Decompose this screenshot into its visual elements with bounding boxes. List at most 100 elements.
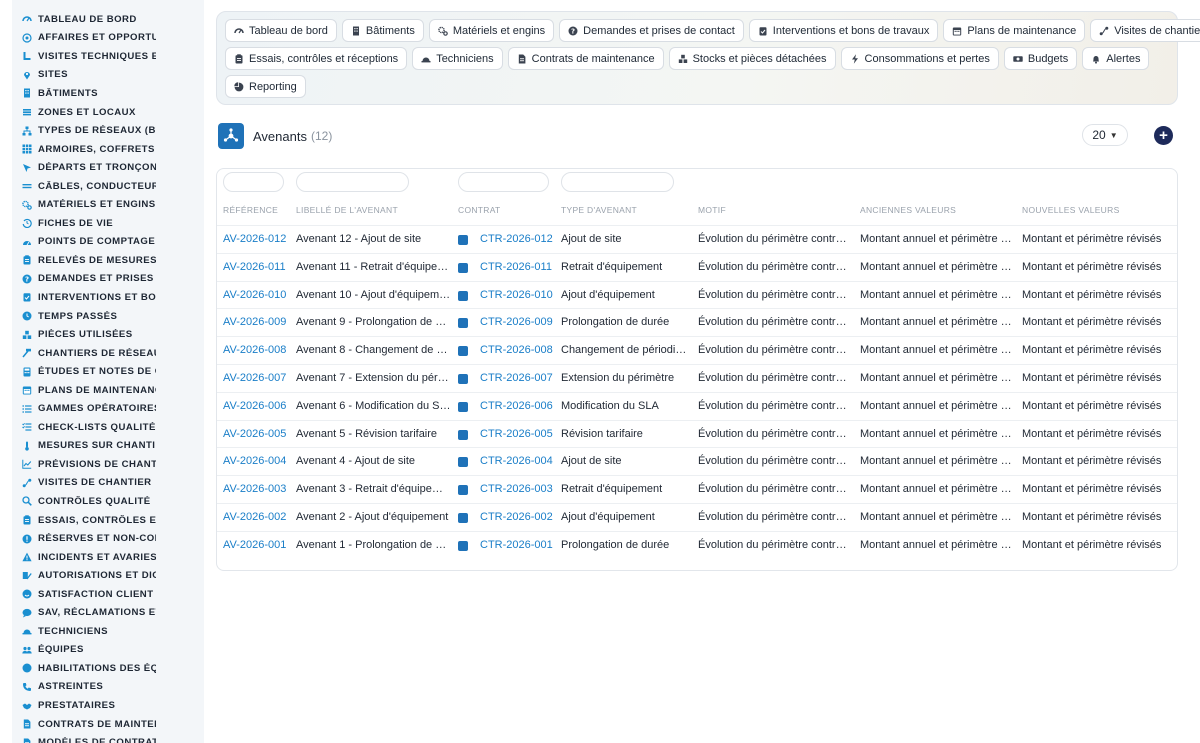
sidebar-item-prestataires[interactable]: PRESTATAIRES [12, 696, 204, 715]
sidebar-item-batiments[interactable]: BÂTIMENTS [12, 84, 204, 103]
sidebar-item-reserves-et-non-conformites[interactable]: RÉSERVES ET NON-CONFORMITÉS [12, 529, 204, 548]
cell-reference[interactable]: AV-2026-006 [223, 393, 293, 421]
sidebar-item-etudes-et-notes-de-calcul[interactable]: ÉTUDES ET NOTES DE CALCUL [12, 362, 204, 381]
sidebar-item-plans-de-maintenance[interactable]: PLANS DE MAINTENANCE [12, 381, 204, 400]
sidebar-item-pieces-utilisees[interactable]: PIÈCES UTILISÉES [12, 325, 204, 344]
cell-reference[interactable]: AV-2026-011 [223, 254, 293, 282]
table-row[interactable]: AV-2026-010 Avenant 10 - Ajout d'équipeme… [217, 280, 1177, 310]
sidebar-item-techniciens[interactable]: TECHNICIENS [12, 622, 204, 641]
tab-plans-de-maintenance[interactable]: Plans de maintenance [943, 19, 1086, 42]
sidebar-item-chantiers-de-reseaux[interactable]: CHANTIERS DE RÉSEAUX [12, 344, 204, 363]
sidebar-item-sav-reclamations-et-garanties[interactable]: SAV, RÉCLAMATIONS ET GARANTIES [12, 604, 204, 623]
tab-alertes[interactable]: Alertes [1082, 47, 1150, 70]
cell-reference[interactable]: AV-2026-008 [223, 337, 293, 365]
tab-interventions-et-bons-de-travaux[interactable]: Interventions et bons de travaux [748, 19, 939, 42]
filter-reference-input[interactable] [223, 172, 284, 192]
cell-contract[interactable]: CTR-2026-007 [480, 365, 553, 393]
sidebar-item-visites-de-chantier[interactable]: VISITES DE CHANTIER [12, 474, 204, 493]
cell-contract[interactable]: CTR-2026-004 [480, 448, 553, 476]
cell-contract[interactable]: CTR-2026-010 [480, 282, 553, 310]
tab-contrats-de-maintenance[interactable]: Contrats de maintenance [507, 47, 664, 70]
cell-contract[interactable]: CTR-2026-002 [480, 504, 553, 532]
table-row[interactable]: AV-2026-012 Avenant 12 - Ajout de site CTR… [217, 225, 1177, 253]
table-row[interactable]: AV-2026-004 Avenant 4 - Ajout de site CTR-… [217, 447, 1177, 475]
sidebar-item-points-de-comptage-et-de-mesure[interactable]: POINTS DE COMPTAGE ET DE MESURE [12, 233, 204, 252]
tab-batiments[interactable]: Bâtiments [341, 19, 424, 42]
cell-contract[interactable]: CTR-2026-001 [480, 532, 553, 560]
filter-label-input[interactable] [296, 172, 409, 192]
sidebar-item-fiches-de-vie[interactable]: FICHES DE VIE [12, 214, 204, 233]
table-row[interactable]: AV-2026-008Avenant 8 - Changement de pér… [217, 336, 1177, 364]
sidebar-item-cables-conducteurs[interactable]: CÂBLES, CONDUCTEURS [12, 177, 204, 196]
tab-essais-controles-et-receptions[interactable]: Essais, contrôles et réceptions [225, 47, 408, 70]
sidebar-item-departs-et-troncons[interactable]: DÉPARTS ET TRONÇONS [12, 158, 204, 177]
cell-contract[interactable]: CTR-2026-012 [480, 226, 553, 254]
cell-reference[interactable]: AV-2026-007 [223, 365, 293, 393]
sidebar-item-temps-passes[interactable]: TEMPS PASSÉS [12, 307, 204, 326]
column-header-reference[interactable]: RÉFÉRENCE [223, 205, 278, 215]
table-row[interactable]: AV-2026-001 Avenant 1 - Prolongation de d… [217, 530, 1177, 560]
sidebar-item-previsions-de-chantier[interactable]: PRÉVISIONS DE CHANTIER [12, 455, 204, 474]
cell-contract[interactable]: CTR-2026-003 [480, 476, 553, 504]
cell-reference[interactable]: AV-2026-005 [223, 421, 293, 449]
column-header-old-values[interactable]: ANCIENNES VALEURS [860, 205, 956, 215]
filter-contract-input[interactable] [458, 172, 549, 192]
filter-type-input[interactable] [561, 172, 674, 192]
sidebar-item-types-de-reseaux-bt-hta[interactable]: TYPES DE RÉSEAUX (BT / HTA) [12, 121, 204, 140]
sidebar-item-materiels-et-engins[interactable]: MATÉRIELS ET ENGINS [12, 195, 204, 214]
tab-tableau-de-bord[interactable]: Tableau de bord [225, 19, 337, 42]
cell-reference[interactable]: AV-2026-001 [223, 532, 293, 560]
sidebar-item-tableau-de-bord[interactable]: TABLEAU DE BORD [12, 10, 204, 29]
tab-demandes-et-prises-de-contact[interactable]: ? Demandes et prises de contact [559, 19, 744, 42]
table-row[interactable]: AV-2026-009 Avenant 9 - Prolongation de d… [217, 308, 1177, 336]
sidebar-item-controles-qualite[interactable]: CONTRÔLES QUALITÉ [12, 492, 204, 511]
tab-stocks-et-pieces-detachees[interactable]: Stocks et pièces détachées [668, 47, 836, 70]
tab-techniciens[interactable]: Techniciens [412, 47, 503, 70]
sidebar-item-sites[interactable]: SITES [12, 66, 204, 85]
column-header-label[interactable]: LIBELLÉ DE L'AVENANT [296, 205, 398, 215]
cell-reference[interactable]: AV-2026-012 [223, 226, 293, 254]
sidebar-item-contrats-de-maintenance[interactable]: CONTRATS DE MAINTENANCE [12, 715, 204, 734]
tab-consommations-et-pertes[interactable]: Consommations et pertes [840, 47, 999, 70]
tab-reporting[interactable]: Reporting [225, 75, 306, 98]
sidebar-item-equipes[interactable]: ÉQUIPES [12, 641, 204, 660]
table-row[interactable]: AV-2026-011 Avenant 11 - Retrait d'équipe… [217, 252, 1177, 282]
sidebar-item-visites-techniques-et-releves[interactable]: VISITES TECHNIQUES ET RELEVÉS [12, 47, 204, 66]
sidebar-item-zones-et-locaux[interactable]: ZONES ET LOCAUX [12, 103, 204, 122]
table-row[interactable]: AV-2026-007 Avenant 7 - Extension du péri… [217, 364, 1177, 392]
sidebar-item-modeles-de-contrats[interactable]: MODÈLES DE CONTRATS [12, 733, 204, 743]
add-record-button[interactable]: + [1154, 126, 1173, 145]
cell-reference[interactable]: AV-2026-002 [223, 504, 293, 532]
sidebar-item-autorisations-et-dict[interactable]: AUTORISATIONS ET DICT [12, 566, 204, 585]
sidebar-item-demandes-et-prises-de-contact[interactable]: ? DEMANDES ET PRISES DE CONTACT [12, 270, 204, 289]
cell-reference[interactable]: AV-2026-004 [223, 448, 293, 476]
tab-budgets[interactable]: Budgets [1003, 47, 1078, 70]
column-header-motif[interactable]: MOTIF [698, 205, 726, 215]
sidebar-item-affaires-et-opportunites[interactable]: AFFAIRES ET OPPORTUNITÉS [12, 29, 204, 48]
sidebar-item-gammes-operatoires[interactable]: GAMMES OPÉRATOIRES [12, 399, 204, 418]
cell-reference[interactable]: AV-2026-003 [223, 476, 293, 504]
sidebar-item-releves-de-mesures[interactable]: RELEVÉS DE MESURES [12, 251, 204, 270]
table-row[interactable]: AV-2026-005 Avenant 5 - Révision tarifair… [217, 419, 1177, 449]
cell-contract[interactable]: CTR-2026-011 [480, 254, 553, 282]
column-header-type[interactable]: TYPE D'AVENANT [561, 205, 637, 215]
tab-visites-de-chantier[interactable]: Visites de chantier [1090, 19, 1200, 42]
cell-contract[interactable]: CTR-2026-005 [480, 421, 553, 449]
sidebar-item-habilitations-des-equipes[interactable]: HABILITATIONS DES ÉQUIPES [12, 659, 204, 678]
column-header-contract[interactable]: CONTRAT [458, 205, 501, 215]
sidebar-item-astreintes[interactable]: ASTREINTES [12, 678, 204, 697]
sidebar-item-check-lists-qualite[interactable]: CHECK-LISTS QUALITÉ [12, 418, 204, 437]
cell-contract[interactable]: CTR-2026-009 [480, 309, 553, 337]
sidebar-item-incidents-et-avaries[interactable]: INCIDENTS ET AVARIES [12, 548, 204, 567]
sidebar-item-armoires-coffrets-et-tableaux[interactable]: ARMOIRES, COFFRETS ET TABLEAUX [12, 140, 204, 159]
table-row[interactable]: AV-2026-003 Avenant 3 - Retrait d'équipem… [217, 475, 1177, 503]
table-row[interactable]: AV-2026-006 Avenant 6 - Modification du S… [217, 391, 1177, 421]
sidebar-item-satisfaction-client[interactable]: SATISFACTION CLIENT [12, 585, 204, 604]
table-row[interactable]: AV-2026-002 Avenant 2 - Ajout d'équipemen… [217, 503, 1177, 531]
cell-reference[interactable]: AV-2026-009 [223, 309, 293, 337]
cell-contract[interactable]: CTR-2026-006 [480, 393, 553, 421]
cell-reference[interactable]: AV-2026-010 [223, 282, 293, 310]
sidebar-item-interventions-et-bons-de-travaux[interactable]: INTERVENTIONS ET BONS DE TRAVAUX [12, 288, 204, 307]
tab-materiels-et-engins[interactable]: Matériels et engins [428, 19, 555, 42]
cell-contract[interactable]: CTR-2026-008 [480, 337, 553, 365]
